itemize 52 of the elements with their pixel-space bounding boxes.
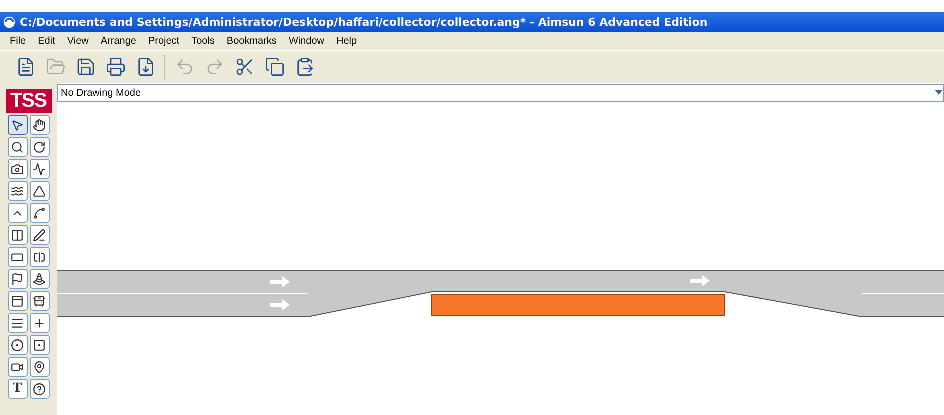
hand-tool[interactable]: [30, 115, 50, 135]
drawing-mode-dropdown[interactable]: No Drawing Mode: [57, 84, 944, 102]
bend-tool[interactable]: [30, 203, 50, 223]
panel-icon: [11, 294, 24, 308]
camera-tool[interactable]: [8, 159, 28, 179]
menu-item[interactable]: View: [61, 36, 95, 46]
meter-tool[interactable]: [30, 247, 50, 267]
menu-item[interactable]: Bookmarks: [220, 36, 283, 46]
pointer-icon: [11, 118, 24, 132]
panel-tool[interactable]: [8, 291, 28, 311]
cross-tool[interactable]: [30, 313, 50, 333]
shape-tool[interactable]: [30, 181, 50, 201]
menu-item[interactable]: Project: [142, 36, 186, 46]
rotate-icon: [33, 140, 46, 154]
list-icon: [11, 316, 24, 330]
rotate-tool[interactable]: [30, 137, 50, 157]
polyline-tool[interactable]: [30, 159, 50, 179]
copy-icon-button[interactable]: [263, 55, 287, 79]
hand-icon: [33, 118, 46, 132]
zoom-tool[interactable]: [8, 137, 28, 157]
menu-item[interactable]: Arrange: [94, 36, 142, 46]
split-tool[interactable]: [8, 225, 28, 245]
arc-tool[interactable]: [8, 203, 28, 223]
menu-item[interactable]: Edit: [32, 36, 62, 46]
arrow-marking: [270, 276, 290, 288]
dropdown-arrow-icon: [935, 90, 943, 96]
text-tool[interactable]: T: [8, 379, 28, 399]
video-icon: [11, 360, 24, 374]
help-icon: [33, 382, 46, 396]
window-title: C:/Documents and Settings/Administrator/Desktop/haffari/collector/collector.ang* - Aimsun 6 Advanced Edition: [20, 16, 708, 28]
menu-item[interactable]: Help: [330, 36, 364, 46]
polyline-icon: [33, 162, 46, 176]
menu-item[interactable]: File: [4, 36, 32, 46]
curve-tool[interactable]: [8, 181, 28, 201]
camera-icon: [11, 162, 24, 176]
help-tool[interactable]: [30, 379, 50, 399]
pin-icon: [33, 360, 46, 374]
zoom-icon: [11, 140, 24, 154]
printer-icon-button[interactable]: [104, 55, 128, 79]
curve-icon: [11, 184, 24, 198]
cross-icon: [33, 316, 46, 330]
tss-logo: TSS: [6, 89, 52, 113]
list-tool[interactable]: [8, 313, 28, 333]
detector-tool[interactable]: [8, 247, 28, 267]
pin-tool[interactable]: [30, 357, 50, 377]
arrow-marking: [270, 299, 290, 311]
arrow-marking: [690, 275, 710, 287]
menu-item[interactable]: Window: [282, 36, 331, 46]
menu-item[interactable]: Tools: [186, 36, 221, 46]
app-icon: [3, 16, 16, 28]
pointer-tool[interactable]: [8, 115, 28, 135]
video-tool[interactable]: [8, 357, 28, 377]
